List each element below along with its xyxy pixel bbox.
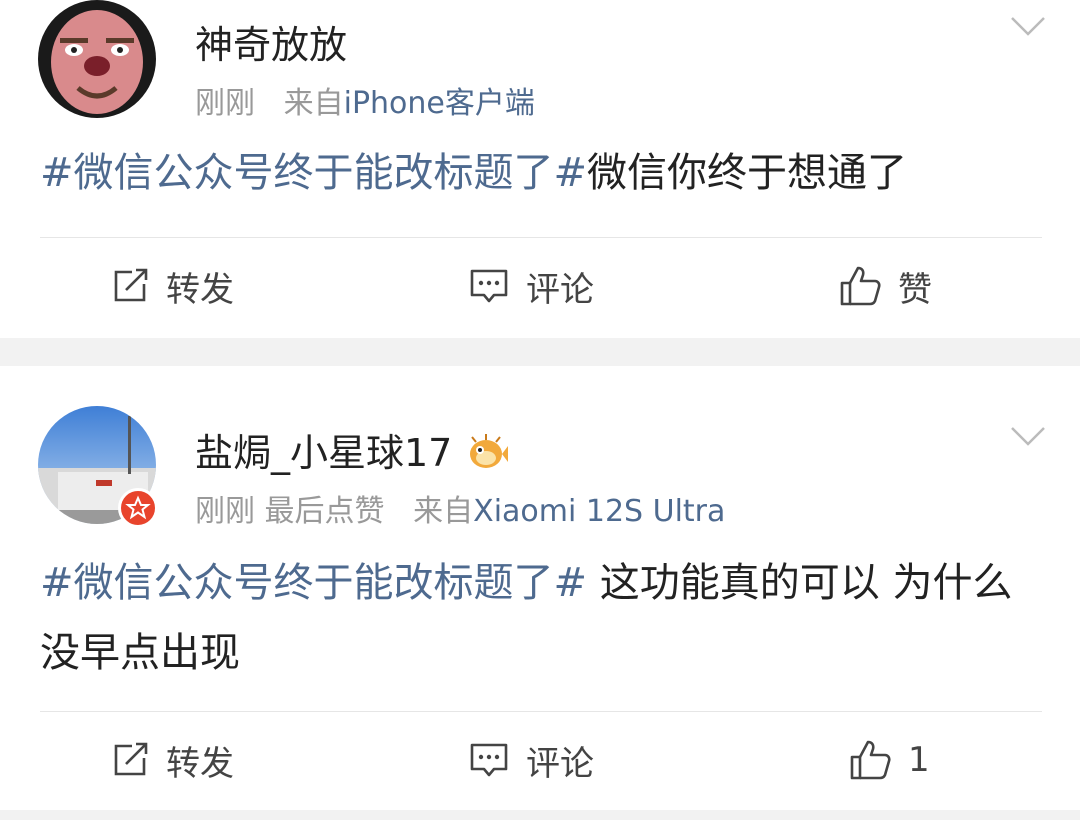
like-icon bbox=[850, 740, 891, 780]
repost-button[interactable]: 转发 bbox=[110, 734, 234, 786]
divider bbox=[40, 237, 1042, 238]
divider bbox=[40, 711, 1042, 712]
like-button[interactable]: 1 bbox=[848, 734, 930, 786]
post-source[interactable]: Xiaomi 12S Ultra bbox=[473, 494, 725, 529]
post-time: 刚刚 bbox=[195, 494, 255, 529]
repost-label: 转发 bbox=[166, 743, 234, 784]
post-source[interactable]: iPhone客户端 bbox=[344, 86, 535, 121]
comment-button[interactable]: 评论 bbox=[468, 734, 594, 786]
username[interactable]: 神奇放放 bbox=[195, 14, 347, 69]
pufferfish-emoji-icon bbox=[470, 434, 509, 468]
post-meta: 刚刚 来自iPhone客户端 bbox=[195, 78, 535, 122]
user-avatar[interactable] bbox=[38, 0, 156, 118]
like-count: 1 bbox=[908, 740, 930, 780]
comment-label: 评论 bbox=[526, 743, 594, 784]
topic-link[interactable]: #微信公众号终于能改标题了# bbox=[40, 150, 587, 196]
like-label: 赞 bbox=[898, 269, 932, 310]
repost-label: 转发 bbox=[166, 269, 234, 310]
post-card: 盐焗_小星球17 刚刚 最后点赞 来自Xiaomi 12S Ultra #微信公… bbox=[0, 366, 1080, 810]
like-button[interactable]: 赞 bbox=[838, 260, 932, 312]
comment-label: 评论 bbox=[526, 269, 594, 310]
repost-button[interactable]: 转发 bbox=[110, 260, 234, 312]
post-time: 刚刚 bbox=[195, 86, 255, 121]
repost-icon bbox=[114, 742, 148, 776]
source-prefix: 来自 bbox=[413, 494, 474, 529]
chevron-down-icon[interactable] bbox=[1008, 422, 1048, 452]
post-meta: 刚刚 最后点赞 来自Xiaomi 12S Ultra bbox=[195, 486, 725, 530]
source-prefix: 来自 bbox=[283, 86, 344, 121]
comment-icon bbox=[470, 743, 508, 777]
verified-badge-icon bbox=[118, 488, 158, 528]
comment-button[interactable]: 评论 bbox=[468, 260, 594, 312]
like-icon bbox=[840, 266, 881, 306]
username[interactable]: 盐焗_小星球17 bbox=[195, 422, 509, 477]
post-extra: 最后点赞 bbox=[264, 494, 385, 529]
repost-icon bbox=[114, 268, 148, 302]
post-content: #微信公众号终于能改标题了#微信你终于想通了 bbox=[40, 138, 1040, 208]
post-body: 微信你终于想通了 bbox=[587, 150, 908, 196]
comment-icon bbox=[470, 269, 508, 303]
post-card: 神奇放放 刚刚 来自iPhone客户端 #微信公众号终于能改标题了#微信你终于想… bbox=[0, 0, 1080, 338]
username-text: 盐焗_小星球17 bbox=[195, 431, 453, 475]
chevron-down-icon[interactable] bbox=[1008, 12, 1048, 42]
post-content: #微信公众号终于能改标题了# 这功能真的可以 为什么没早点出现 bbox=[40, 548, 1040, 688]
topic-link[interactable]: #微信公众号终于能改标题了# bbox=[40, 560, 587, 606]
